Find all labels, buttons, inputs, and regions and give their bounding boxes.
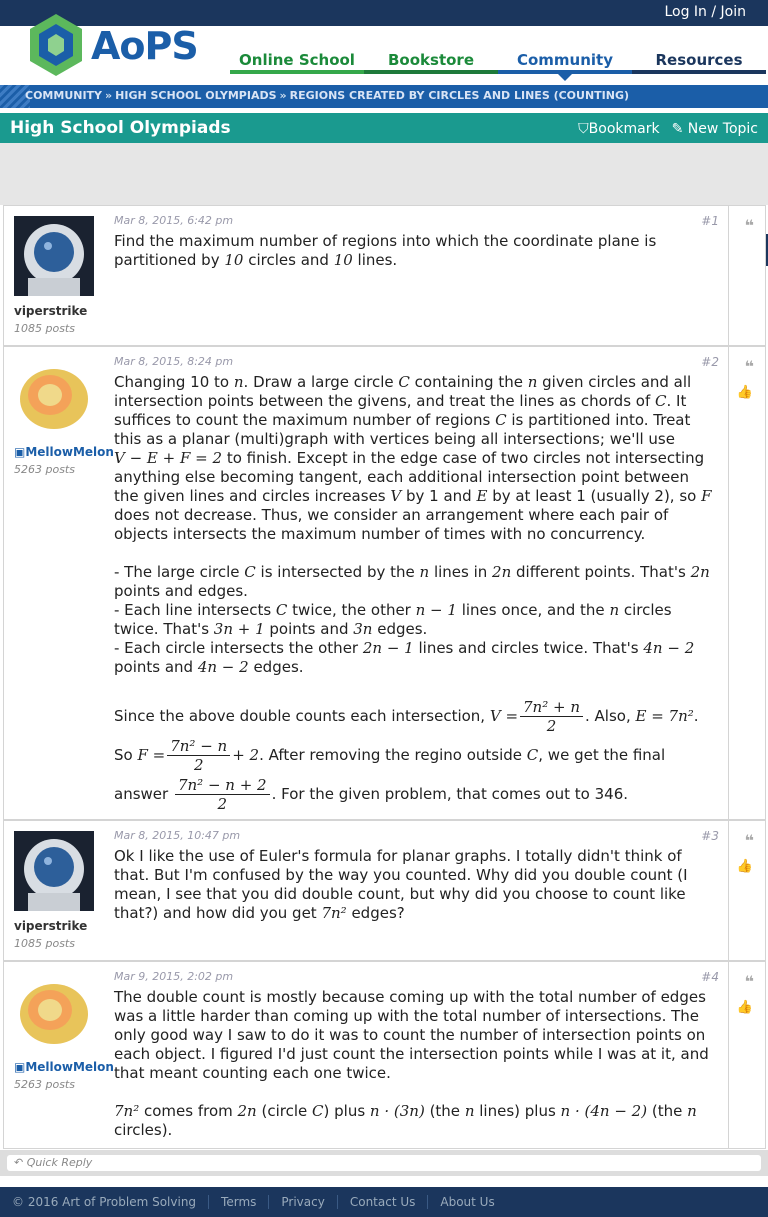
bookmark-button[interactable]: ⛉Bookmark <box>578 121 659 137</box>
astronaut-avatar-icon <box>14 831 94 911</box>
post-sidebar: ❝ <box>728 206 765 345</box>
post-body: The double count is mostly because comin… <box>114 988 709 1139</box>
quote-icon[interactable]: ❝ <box>745 972 754 991</box>
new-topic-label: New Topic <box>687 121 758 137</box>
post-count: 5263 posts <box>14 463 75 476</box>
post-body: Changing 10 to n. Draw a large circle C … <box>114 373 712 813</box>
caret-down-icon <box>558 74 572 81</box>
quick-reply-button[interactable]: ↶ Quick Reply <box>7 1155 761 1171</box>
post-username[interactable]: ▣MellowMelon <box>14 445 114 459</box>
post-username-label: MellowMelon <box>25 1060 114 1074</box>
forum-header: High School Olympiads ⛉Bookmark ✎ New To… <box>0 113 768 143</box>
post-3: viperstrike 1085 posts Mar 8, 2015, 10:4… <box>3 820 766 961</box>
astronaut-avatar-icon <box>14 216 94 296</box>
avatar[interactable] <box>14 357 94 437</box>
breadcrumb-forum[interactable]: HIGH SCHOOL OLYMPIADS <box>115 89 276 102</box>
post-number[interactable]: #3 <box>701 829 719 843</box>
post-number[interactable]: #4 <box>701 970 719 984</box>
quote-icon[interactable]: ❝ <box>745 357 754 376</box>
footer-link-contact[interactable]: Contact Us <box>338 1195 429 1209</box>
avatar[interactable] <box>14 831 94 911</box>
bookmark-icon: ⛉ <box>578 121 589 137</box>
tab-community[interactable]: Community <box>498 48 632 81</box>
post-sidebar: ❝ 👍 <box>728 962 765 1148</box>
footer-link-privacy[interactable]: Privacy <box>269 1195 338 1209</box>
post-date: Mar 8, 2015, 10:47 pm <box>114 829 241 842</box>
footer-copyright: © 2016 Art of Problem Solving <box>0 1195 210 1209</box>
aops-logo-icon <box>30 14 82 76</box>
post-count: 5263 posts <box>14 1078 75 1091</box>
bookmark-label: Bookmark <box>588 121 660 137</box>
post-number[interactable]: #1 <box>701 214 719 228</box>
quote-icon[interactable]: ❝ <box>745 831 754 850</box>
tab-resources[interactable]: Resources <box>632 48 766 74</box>
post-4: ▣MellowMelon 5263 posts Mar 9, 2015, 2:0… <box>3 961 766 1149</box>
thumbs-up-icon[interactable]: 👍 <box>737 1000 753 1015</box>
post-1: viperstrike 1085 posts Mar 8, 2015, 6:42… <box>3 205 766 346</box>
post-sidebar: ❝ 👍 <box>728 347 765 819</box>
quick-reply-label: Quick Reply <box>26 1156 93 1169</box>
post-list: viperstrike 1085 posts Mar 8, 2015, 6:42… <box>3 205 766 1149</box>
aops-logo[interactable]: AoPS <box>24 10 204 82</box>
edit-icon: ✎ <box>671 121 688 137</box>
breadcrumb-separator: » <box>279 89 287 102</box>
post-date: Mar 8, 2015, 6:42 pm <box>114 214 234 227</box>
moderator-icon: ▣ <box>14 1060 26 1074</box>
tab-bookstore[interactable]: Bookstore <box>364 48 498 74</box>
login-join-link[interactable]: Log In / Join <box>664 4 746 20</box>
avatar[interactable] <box>14 972 94 1052</box>
breadcrumb-community[interactable]: COMMUNITY <box>25 89 102 102</box>
moderator-icon: ▣ <box>14 445 26 459</box>
melon-avatar-icon <box>14 357 94 437</box>
quote-icon[interactable]: ❝ <box>745 216 754 235</box>
post-2: ▣MellowMelon 5263 posts Mar 8, 2015, 8:2… <box>3 346 766 820</box>
forum-actions: ⛉Bookmark ✎ New Topic <box>578 121 758 137</box>
footer-link-about[interactable]: About Us <box>428 1195 506 1209</box>
post-body: Find the maximum number of regions into … <box>114 232 657 269</box>
post-body: Ok I like the use of Euler's formula for… <box>114 847 688 922</box>
footer-link-terms[interactable]: Terms <box>209 1195 270 1209</box>
reply-icon: ↶ <box>14 1156 27 1169</box>
avatar[interactable] <box>14 216 94 296</box>
thumbs-up-icon[interactable]: 👍 <box>737 385 753 400</box>
ad-band <box>0 143 768 205</box>
breadcrumb-separator: » <box>105 89 113 102</box>
breadcrumb: COMMUNITY» HIGH SCHOOL OLYMPIADS» REGIONS … <box>25 89 629 102</box>
post-count: 1085 posts <box>14 937 75 950</box>
new-topic-button[interactable]: ✎ New Topic <box>672 121 758 137</box>
thumbs-up-icon[interactable]: 👍 <box>737 859 753 874</box>
post-username[interactable]: viperstrike <box>14 919 87 933</box>
post-number[interactable]: #2 <box>701 355 719 369</box>
post-username[interactable]: viperstrike <box>14 304 87 318</box>
melon-avatar-icon <box>14 972 94 1052</box>
post-date: Mar 8, 2015, 8:24 pm <box>114 355 234 368</box>
footer: © 2016 Art of Problem Solving Terms Priv… <box>0 1187 768 1217</box>
quick-reply-bar: ↶ Quick Reply <box>0 1150 768 1176</box>
post-username[interactable]: ▣MellowMelon <box>14 1060 114 1074</box>
breadcrumb-bar: COMMUNITY» HIGH SCHOOL OLYMPIADS» REGIONS … <box>0 85 768 108</box>
forum-title[interactable]: High School Olympiads <box>10 118 231 138</box>
post-sidebar: ❝ 👍 <box>728 821 765 960</box>
logo-wordmark: AoPS <box>91 24 199 68</box>
tab-online-school[interactable]: Online School <box>230 48 364 74</box>
post-username-label: MellowMelon <box>25 445 114 459</box>
main-nav: Online School Bookstore Community Resour… <box>230 48 766 81</box>
post-date: Mar 9, 2015, 2:02 pm <box>114 970 234 983</box>
post-count: 1085 posts <box>14 322 75 335</box>
breadcrumb-topic[interactable]: REGIONS CREATED BY CIRCLES AND LINES (CO… <box>290 89 629 102</box>
tab-community-label: Community <box>516 51 614 69</box>
